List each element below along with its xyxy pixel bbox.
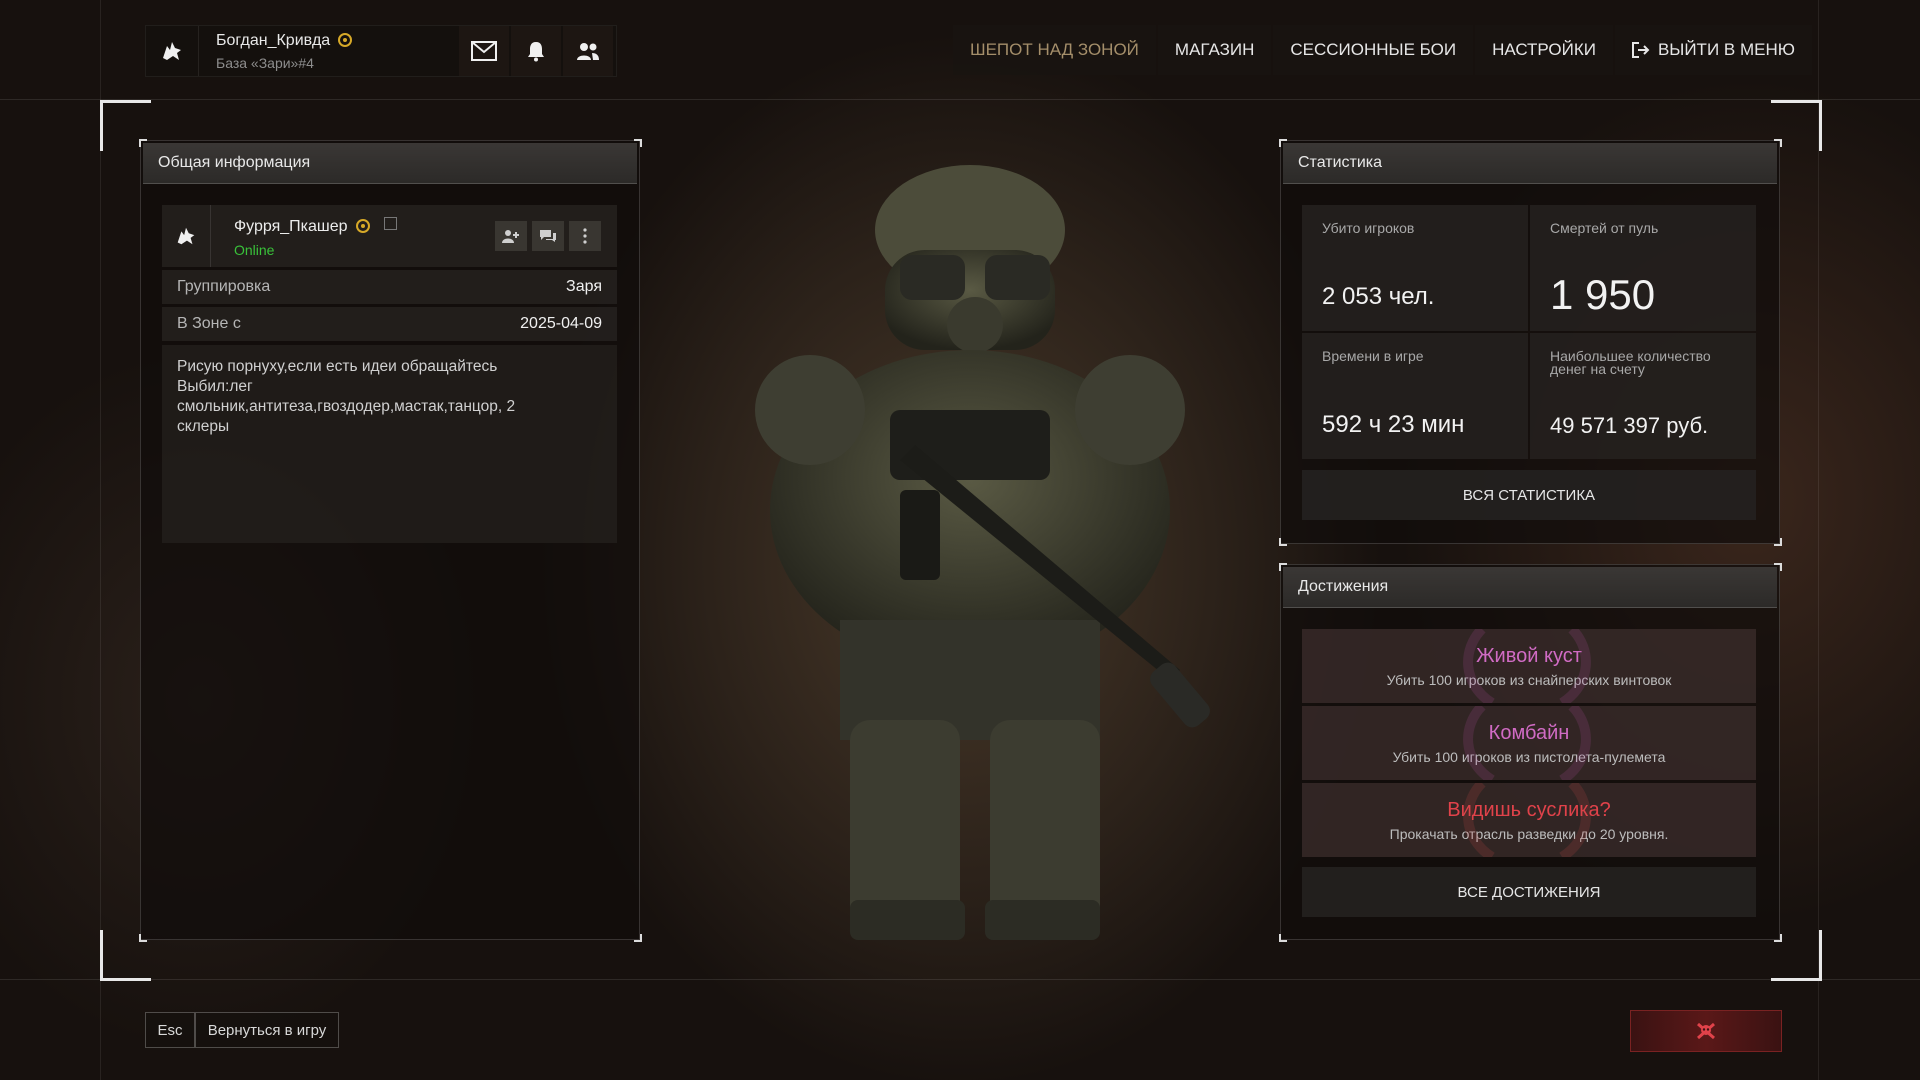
player-name: Фурря_Пкашер	[234, 217, 397, 236]
nav-settings[interactable]: НАСТРОЙКИ	[1475, 25, 1613, 75]
since-label: В Зоне с	[177, 315, 241, 332]
add-friend-button[interactable]	[495, 221, 527, 251]
stat-money: Наибольшее количество денег на счету 49 5…	[1530, 333, 1756, 459]
nav-shop[interactable]: МАГАЗИН	[1157, 25, 1272, 75]
bio-line: Выбил:лег	[177, 378, 253, 395]
panel-corner	[1774, 934, 1782, 942]
stat-deaths-label: Смертей от пуль	[1550, 220, 1659, 236]
stat-time: Времени в игре 592 ч 23 мин	[1302, 333, 1528, 459]
panel-corner	[634, 139, 642, 147]
general-info-title: Общая информация	[143, 143, 637, 184]
nav-session-battles[interactable]: СЕССИОННЫЕ БОИ	[1273, 25, 1474, 75]
wolf-avatar-icon	[177, 227, 195, 245]
panel-corner	[1774, 563, 1782, 571]
friends-button[interactable]	[563, 26, 613, 76]
player-avatar[interactable]	[162, 205, 211, 267]
panel-corner	[1774, 139, 1782, 147]
left-frame-line	[100, 0, 101, 1080]
nav-exit-label: ВЫЙТИ В МЕНЮ	[1657, 40, 1795, 59]
laurel-wreath-icon	[1463, 706, 1591, 780]
wolf-avatar-icon[interactable]	[146, 26, 199, 76]
character-model	[755, 165, 1210, 940]
stat-kills-label: Убито игроков	[1322, 220, 1415, 236]
panel-corner	[1774, 538, 1782, 546]
bio-line: склеры	[177, 418, 230, 435]
player-card: Фурря_Пкашер Online	[162, 205, 617, 267]
group-label: Группировка	[177, 278, 271, 295]
bell-icon	[528, 42, 544, 62]
since-row: В Зоне с 2025-04-09	[162, 307, 617, 341]
nav-whisper[interactable]: ШЕПОТ НАД ЗОНОЙ	[953, 25, 1156, 75]
achievement-item[interactable]: Видишь суслика? Прокачать отрасль развед…	[1302, 783, 1756, 857]
achievements-title: Достижения	[1283, 567, 1777, 608]
user-name[interactable]: Богдан_Кривда	[216, 32, 353, 50]
laurel-wreath-icon	[1463, 629, 1591, 703]
achievement-item[interactable]: Комбайн Убить 100 игроков из пистолета-п…	[1302, 706, 1756, 780]
laurel-wreath-icon	[1463, 783, 1591, 857]
panel-corner	[1279, 538, 1287, 546]
panel-corner	[1279, 563, 1287, 571]
mail-button[interactable]	[459, 26, 509, 76]
user-base: База «Зари»#4	[216, 55, 314, 71]
achievement-item[interactable]: Живой куст Убить 100 игроков из снайперс…	[1302, 629, 1756, 703]
stats-title: Статистика	[1283, 143, 1777, 184]
friends-icon	[577, 43, 599, 60]
skull-crossbones-icon	[1697, 1022, 1715, 1040]
stat-time-label: Времени в игре	[1322, 348, 1424, 364]
group-value: Заря	[566, 278, 602, 295]
bio-line: смольник,антитеза,гвоздодер,мастак,танцо…	[177, 398, 516, 415]
panel-corner	[1279, 934, 1287, 942]
group-row: Группировка Заря	[162, 270, 617, 304]
chat-button[interactable]	[532, 221, 564, 251]
all-achievements-button[interactable]: ВСЕ ДОСТИЖЕНИЯ	[1302, 867, 1756, 917]
gold-badge-icon	[355, 219, 370, 233]
gold-badge-icon	[338, 33, 353, 47]
player-status: Online	[234, 242, 275, 258]
since-value: 2025-04-09	[520, 315, 602, 332]
stat-money-label: Наибольшее количество денег на счету	[1550, 348, 1711, 377]
more-icon	[583, 228, 587, 244]
panel-corner	[634, 934, 642, 942]
panel-corner	[139, 934, 147, 942]
stat-deaths: Смертей от пуль 1 950	[1530, 205, 1756, 331]
danger-button[interactable]	[1630, 1010, 1782, 1052]
back-to-game-button[interactable]: Вернуться в игру	[195, 1012, 339, 1048]
bio-line: Рисую порнуху,если есть идеи обращайтесь	[177, 358, 498, 375]
user-profile-box: Богдан_Кривда База «Зари»#4	[145, 25, 617, 77]
esc-key[interactable]: Esc	[145, 1012, 195, 1048]
all-stats-button[interactable]: ВСЯ СТАТИСТИКА	[1302, 470, 1756, 520]
add-friend-icon	[502, 230, 519, 243]
stat-money-value: 49 571 397 руб.	[1550, 413, 1709, 438]
notifications-button[interactable]	[511, 26, 561, 76]
bio-box: Рисую порнуху,если есть идеи обращайтесь…	[162, 345, 617, 543]
more-button[interactable]	[569, 221, 601, 251]
mail-icon	[471, 41, 497, 61]
exit-icon	[1631, 42, 1650, 58]
panel-corner	[1279, 139, 1287, 147]
stat-deaths-value: 1 950	[1550, 271, 1656, 318]
nav-exit-menu[interactable]: ВЫЙТИ В МЕНЮ	[1614, 25, 1812, 75]
chat-icon	[540, 230, 556, 242]
right-frame-line	[1818, 0, 1819, 1080]
top-divider	[0, 99, 1920, 100]
stat-time-value: 592 ч 23 мин	[1322, 411, 1465, 438]
stat-kills: Убито игроков 2 053 чел.	[1302, 205, 1528, 331]
stat-kills-value: 2 053 чел.	[1322, 283, 1435, 310]
bottom-divider	[0, 979, 1920, 980]
main-nav: ШЕПОТ НАД ЗОНОЙ МАГАЗИН СЕССИОННЫЕ БОИ Н…	[951, 25, 1812, 75]
copy-icon[interactable]	[384, 217, 397, 230]
panel-corner	[139, 139, 147, 147]
